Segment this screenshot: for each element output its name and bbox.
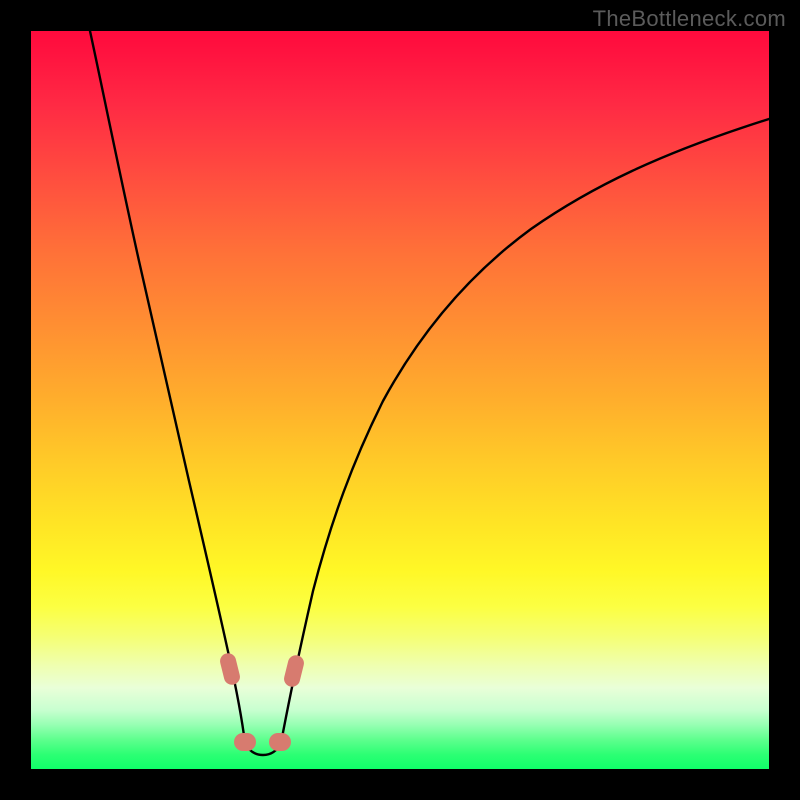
watermark-text: TheBottleneck.com [593,6,786,32]
curve-right-branch [281,119,769,743]
blob-right-upper [282,654,305,689]
blob-left-upper [218,652,241,687]
blob-right-lower [269,733,291,751]
blob-left-lower [234,733,256,751]
plot-area [31,31,769,769]
chart-frame: TheBottleneck.com [0,0,800,800]
bottleneck-curve [31,31,769,769]
highlight-blobs [218,652,305,751]
curve-left-branch [90,31,245,743]
